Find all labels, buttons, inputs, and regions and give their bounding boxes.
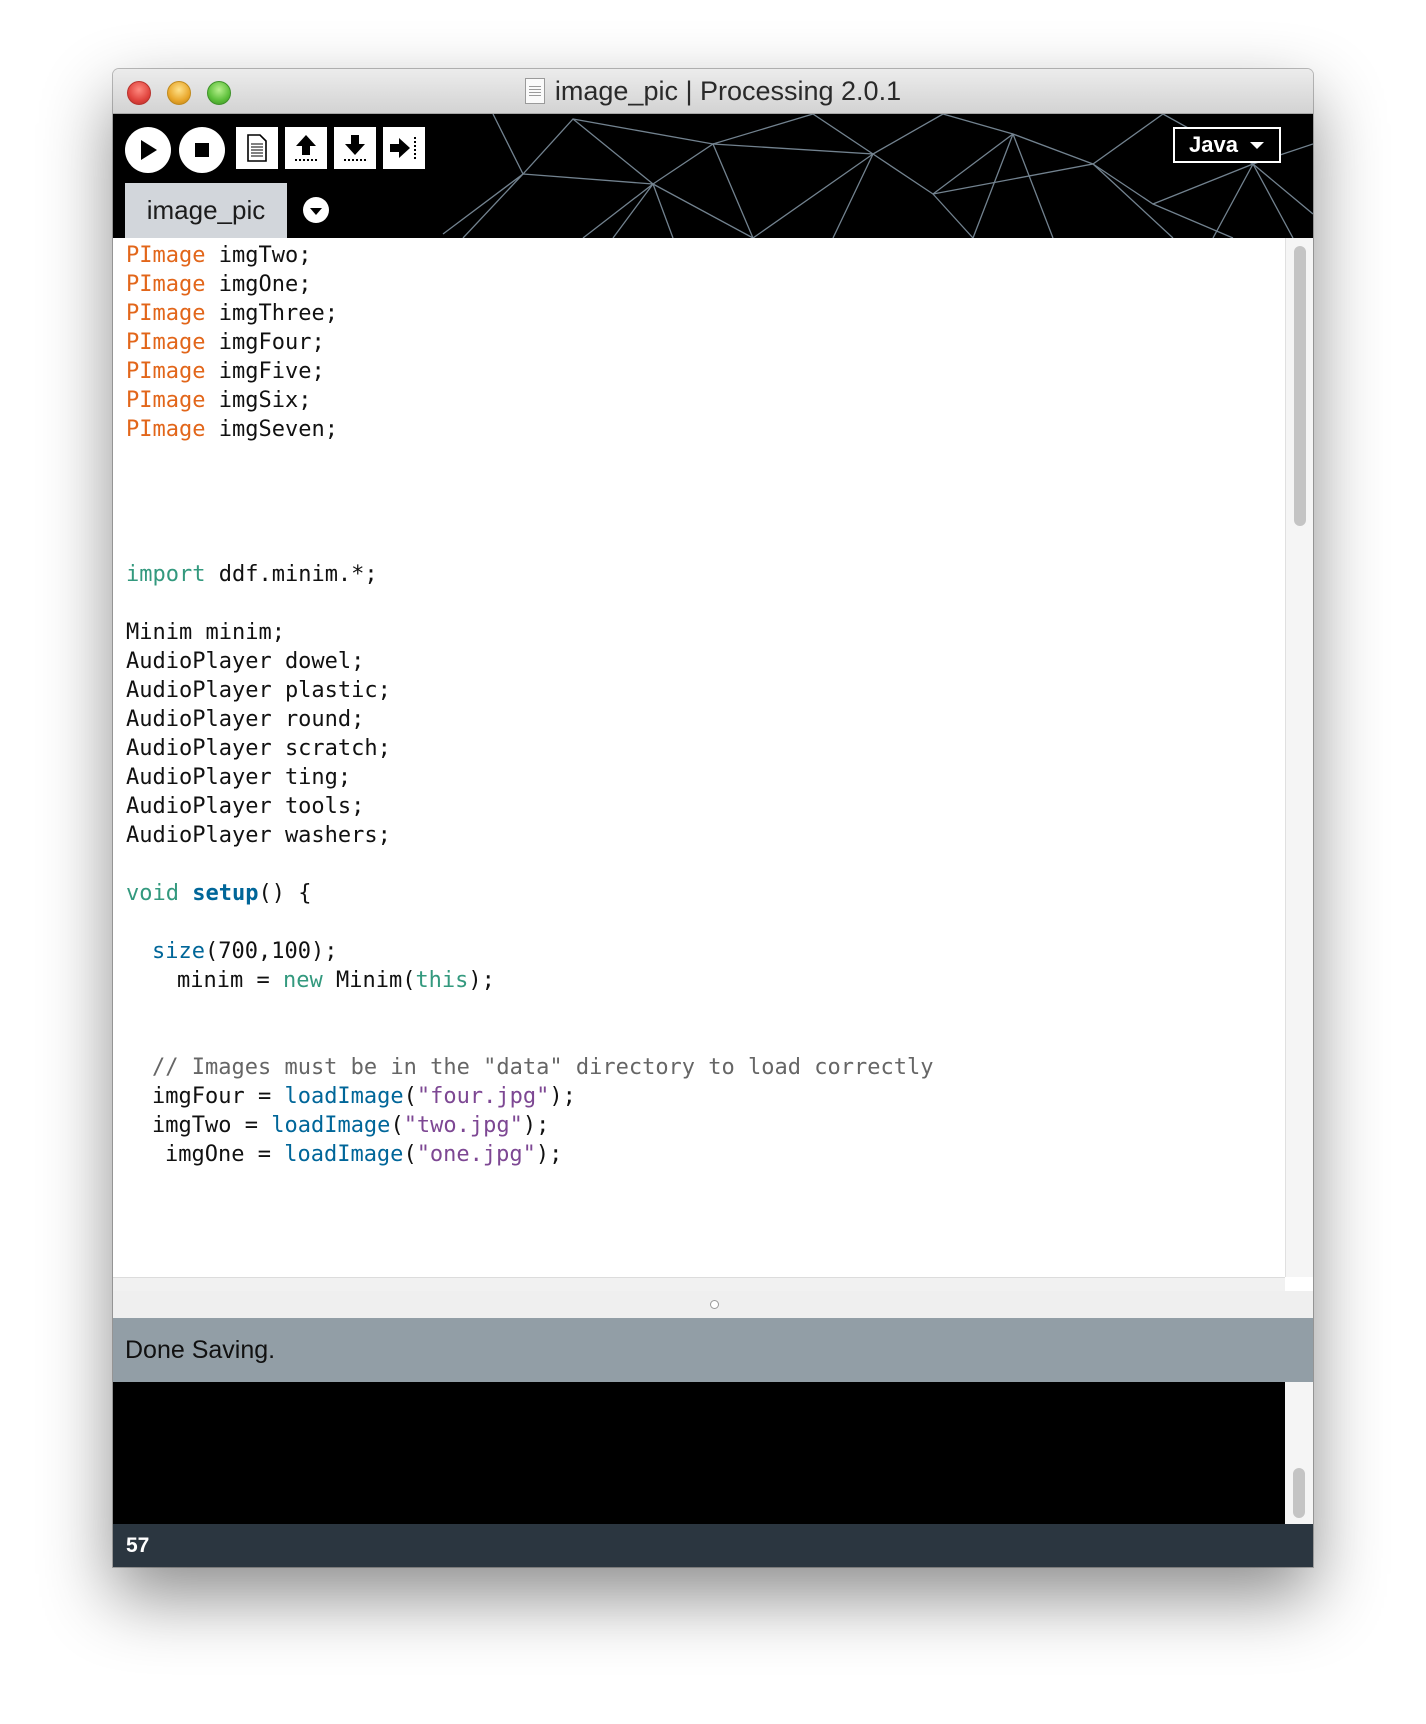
line-number-bar: 57 xyxy=(113,1524,1313,1567)
editor-horizontal-scrollbar[interactable] xyxy=(113,1277,1285,1292)
divider-handle-icon[interactable] xyxy=(710,1300,719,1309)
line-number: 57 xyxy=(126,1533,150,1557)
download-arrow-icon xyxy=(344,135,366,161)
toolbar: Java image_pic xyxy=(113,114,1313,238)
mode-label: Java xyxy=(1189,132,1238,157)
code-line: Minim minim; xyxy=(126,620,285,645)
code-editor[interactable]: PImage imgTwo; PImage imgOne; PImage img… xyxy=(113,238,1285,1277)
export-arrow-icon xyxy=(390,137,416,159)
title-bar[interactable]: image_pic | Processing 2.0.1 xyxy=(113,69,1313,114)
console-area[interactable] xyxy=(113,1382,1285,1524)
stop-icon xyxy=(195,143,209,157)
code-line: minim = new Minim(this); xyxy=(177,968,495,993)
console-scrollbar[interactable] xyxy=(1285,1382,1313,1524)
scrollbar-thumb[interactable] xyxy=(1294,246,1306,526)
code-line: AudioPlayer ting; xyxy=(126,765,352,790)
processing-window: image_pic | Processing 2.0.1 Java image_… xyxy=(113,69,1313,1567)
code-line: size(700,100); xyxy=(152,939,338,964)
code-line: AudioPlayer scratch; xyxy=(126,736,391,761)
code-line: imgTwo = loadImage("two.jpg"); xyxy=(152,1113,550,1138)
play-icon xyxy=(141,140,157,160)
code-line: import ddf.minim.*; xyxy=(126,562,378,587)
stop-button[interactable] xyxy=(179,127,225,173)
code-line: AudioPlayer dowel; xyxy=(126,649,365,674)
code-comment: // Images must be in the "data" director… xyxy=(152,1055,934,1080)
split-divider[interactable] xyxy=(113,1291,1313,1318)
code-line: AudioPlayer round; xyxy=(126,707,365,732)
code-line: PImage imgOne; xyxy=(126,272,312,297)
code-line: PImage imgFive; xyxy=(126,359,325,384)
code-line: AudioPlayer washers; xyxy=(126,823,391,848)
save-button[interactable] xyxy=(334,127,376,169)
document-icon xyxy=(524,78,545,104)
code-line: imgFour = loadImage("four.jpg"); xyxy=(152,1084,576,1109)
chevron-down-icon xyxy=(1249,141,1264,149)
code-line: PImage imgTwo; xyxy=(126,243,312,268)
status-message: Done Saving. xyxy=(125,1335,276,1364)
status-bar: Done Saving. xyxy=(113,1318,1313,1382)
code-line: PImage imgSix; xyxy=(126,388,312,413)
tab-menu-button[interactable] xyxy=(303,197,329,223)
code-line: PImage imgThree; xyxy=(126,301,338,326)
tab-image-pic[interactable]: image_pic xyxy=(125,183,287,238)
code-line: PImage imgFour; xyxy=(126,330,325,355)
scrollbar-thumb[interactable] xyxy=(1293,1468,1305,1518)
mode-select[interactable]: Java xyxy=(1173,127,1281,163)
export-button[interactable] xyxy=(383,127,425,169)
code-line: AudioPlayer plastic; xyxy=(126,678,391,703)
code-line: void setup() { xyxy=(126,881,312,906)
window-title: image_pic | Processing 2.0.1 xyxy=(554,75,902,106)
code-line: PImage imgSeven; xyxy=(126,417,338,442)
code-line: AudioPlayer tools; xyxy=(126,794,365,819)
upload-arrow-icon xyxy=(295,135,317,161)
chevron-down-icon xyxy=(310,207,322,215)
new-button[interactable] xyxy=(236,127,278,169)
code-line: imgOne = loadImage("one.jpg"); xyxy=(165,1142,563,1167)
new-file-icon xyxy=(247,134,267,162)
editor-vertical-scrollbar[interactable] xyxy=(1285,238,1313,1277)
open-button[interactable] xyxy=(285,127,327,169)
run-button[interactable] xyxy=(125,127,171,173)
